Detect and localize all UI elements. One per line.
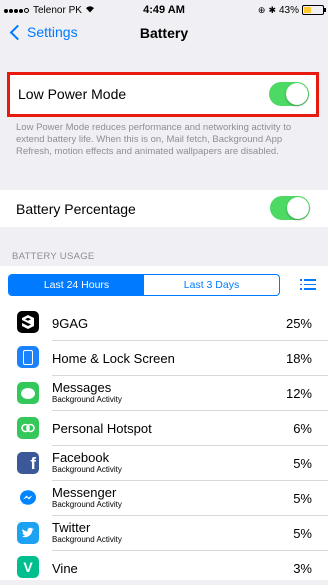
toggle-knob: [286, 83, 308, 105]
app-subtitle: Background Activity: [52, 465, 122, 474]
app-subtitle: Background Activity: [52, 500, 122, 509]
app-name: Facebook: [52, 450, 110, 465]
low-power-footnote: Low Power Mode reduces performance and n…: [16, 122, 292, 157]
battery-percentage-label: Battery Percentage: [16, 201, 136, 217]
list-item[interactable]: f Facebook Background Activity 5%: [0, 446, 328, 480]
list-item[interactable]: Home & Lock Screen 18%: [0, 341, 328, 375]
app-subtitle: Background Activity: [52, 535, 122, 544]
usage-percent: 6%: [293, 421, 312, 436]
hotspot-icon: [17, 417, 39, 439]
list-item[interactable]: Personal Hotspot 6%: [0, 411, 328, 445]
app-name: Vine: [52, 561, 78, 576]
9gag-icon: [17, 311, 39, 333]
tab-last-24-hours[interactable]: Last 24 Hours: [9, 275, 144, 295]
toggle-knob: [287, 197, 309, 219]
low-power-mode-toggle[interactable]: [269, 82, 309, 106]
list-item[interactable]: 9GAG 25%: [0, 306, 328, 340]
usage-percent: 18%: [285, 351, 312, 366]
messages-icon: [17, 382, 39, 404]
vine-icon: V: [17, 556, 39, 578]
usage-period-bar: Last 24 Hours Last 3 Days: [0, 266, 328, 306]
app-name: Home & Lock Screen: [52, 351, 175, 366]
list-item[interactable]: Twitter Background Activity 5%: [0, 516, 328, 550]
battery-percentage-cell: Battery Percentage: [0, 190, 328, 227]
list-item[interactable]: Messages Background Activity 12%: [0, 376, 328, 410]
usage-percent: 5%: [293, 456, 312, 471]
app-name: Twitter: [52, 520, 91, 535]
battery-usage-header: BATTERY USAGE: [12, 251, 95, 262]
phone-screen-icon: [17, 346, 39, 368]
app-subtitle: Background Activity: [52, 395, 122, 404]
low-power-mode-label: Low Power Mode: [18, 86, 127, 102]
low-power-mode-cell: Low Power Mode: [7, 72, 319, 117]
lock-rotation-icon: ⊕: [257, 4, 266, 15]
usage-period-segmented-control: Last 24 Hours Last 3 Days: [8, 274, 280, 296]
usage-percent: 12%: [285, 386, 312, 401]
facebook-icon: f: [17, 452, 39, 474]
navigation-bar: Settings Battery: [0, 20, 328, 48]
app-name: Messenger: [52, 485, 117, 500]
bluetooth-icon: ✱: [268, 4, 276, 15]
usage-percent: 3%: [293, 561, 312, 576]
twitter-icon: [17, 522, 39, 544]
app-name: 9GAG: [52, 316, 89, 331]
messenger-icon: [17, 487, 39, 509]
usage-percent: 25%: [285, 316, 312, 331]
usage-percent: 5%: [293, 491, 312, 506]
app-name: Messages: [52, 380, 112, 395]
usage-percent: 5%: [293, 526, 312, 541]
app-name: Personal Hotspot: [52, 421, 152, 436]
status-bar: Telenor PK 4:49 AM ⊕ ✱ 43%: [0, 0, 328, 20]
battery-usage-list: 9GAG 25% Home & Lock Screen 18% Messages…: [0, 306, 328, 580]
list-view-icon[interactable]: [300, 279, 316, 291]
battery-icon: [302, 5, 326, 15]
page-title: Battery: [139, 25, 189, 41]
status-right: ⊕ ✱ 43%: [257, 4, 326, 16]
battery-percent: 43%: [278, 4, 299, 16]
battery-percentage-toggle[interactable]: [270, 196, 310, 220]
list-item[interactable]: Messenger Background Activity 5%: [0, 481, 328, 515]
tab-last-3-days[interactable]: Last 3 Days: [144, 275, 279, 295]
